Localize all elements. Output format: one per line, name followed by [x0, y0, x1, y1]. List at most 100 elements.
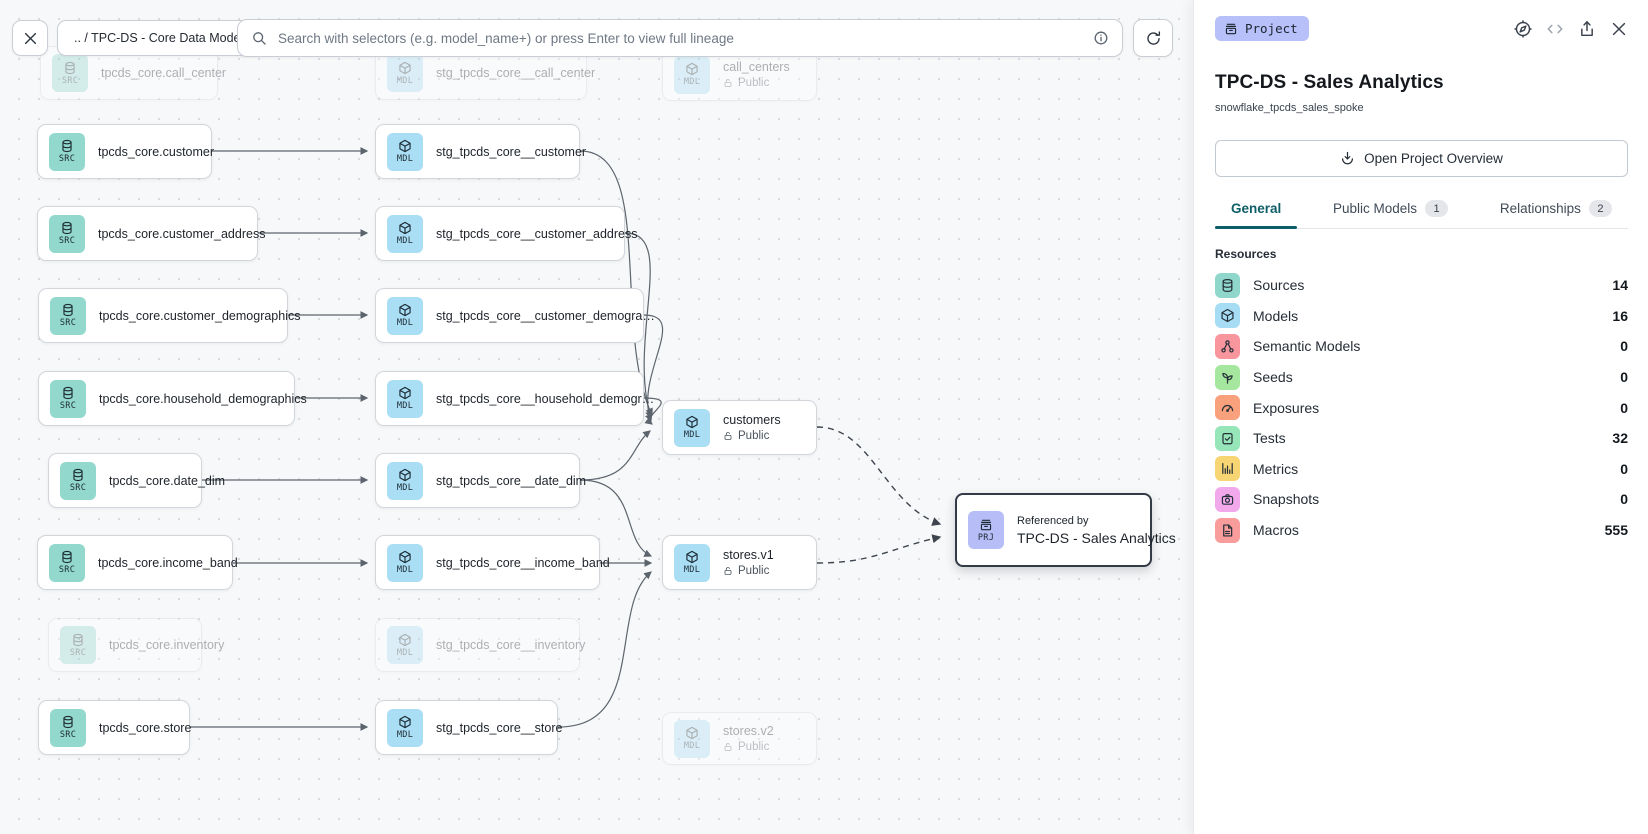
node-mdl-customer-demographics[interactable]: MDLstg_tpcds_core__customer_demogra…: [375, 288, 644, 343]
node-src-household-demographics[interactable]: SRCtpcds_core.household_demographics: [38, 371, 295, 426]
cube-icon: [398, 386, 412, 400]
node-mdl-store[interactable]: MDLstg_tpcds_core__store: [375, 700, 558, 755]
node-label: tpcds_core.customer_address: [98, 227, 245, 241]
edge-mdl-customers-public-to-prj-sales-analytics: [817, 427, 940, 524]
cube-icon: [1220, 308, 1235, 323]
resource-row-seeds: Seeds0: [1215, 362, 1628, 393]
resource-count: 0: [1620, 400, 1628, 416]
node-mdl-household-demographics[interactable]: MDLstg_tpcds_core__household_demogr…: [375, 371, 644, 426]
mdl-badge: MDL: [674, 720, 710, 758]
resource-count: 16: [1612, 308, 1628, 324]
tab-relationships[interactable]: Relationships2: [1484, 200, 1628, 228]
breadcrumb[interactable]: .. / TPC-DS - Core Data Models: [57, 20, 267, 56]
node-src-customer-demographics[interactable]: SRCtpcds_core.customer_demographics: [38, 288, 288, 343]
node-label: tpcds_core.customer: [98, 145, 199, 159]
mdl-badge: MDL: [674, 56, 710, 94]
file-icon-badge: [1215, 518, 1240, 543]
resource-label: Semantic Models: [1253, 338, 1607, 354]
node-src-income-band[interactable]: SRC tpcds_core.income_band: [37, 535, 233, 590]
node-src-customer[interactable]: SRC tpcds_core.customer: [37, 124, 212, 179]
mdl-badge: MDL: [387, 54, 423, 92]
cube-icon: [685, 415, 699, 429]
cube-icon: [685, 62, 699, 76]
code-icon[interactable]: [1546, 20, 1564, 38]
open-overview-label: Open Project Overview: [1364, 151, 1503, 166]
node-mdl-stores-v2-public[interactable]: MDLstores.v2Public: [662, 712, 817, 765]
resource-label: Macros: [1253, 522, 1592, 538]
node-label: customers: [723, 413, 781, 427]
node-mdl-inventory[interactable]: MDLstg_tpcds_core__inventory: [375, 618, 580, 672]
node-mdl-customers-public[interactable]: MDL customers Public: [662, 400, 817, 455]
lock-open-icon: [723, 78, 733, 88]
node-src-customer-address[interactable]: SRC tpcds_core.customer_address: [37, 206, 258, 261]
cube-icon: [398, 550, 412, 564]
open-project-overview-button[interactable]: Open Project Overview: [1215, 140, 1628, 177]
mdl-badge: MDL: [387, 544, 423, 582]
node-access: Public: [723, 741, 774, 753]
resource-row-metrics: Metrics 0: [1215, 454, 1628, 485]
node-mdl-customer[interactable]: MDLstg_tpcds_core__customer: [375, 124, 580, 179]
src-badge: SRC: [49, 544, 85, 582]
resource-label: Seeds: [1253, 369, 1607, 385]
node-mdl-customer-address[interactable]: MDL stg_tpcds_core__customer_address: [375, 206, 625, 261]
node-label: TPC-DS - Sales Analytics: [1017, 530, 1138, 546]
mdl-badge: MDL: [387, 380, 423, 418]
mdl-badge: MDL: [674, 544, 710, 582]
node-prj-sales-analytics[interactable]: PRJReferenced byTPC-DS - Sales Analytics: [955, 493, 1152, 567]
node-src-store[interactable]: SRCtpcds_core.store: [38, 700, 190, 755]
mdl-badge: MDL: [674, 409, 710, 447]
graph-icon-badge: [1215, 334, 1240, 359]
tab-general[interactable]: General: [1215, 200, 1297, 228]
resource-label: Metrics: [1253, 461, 1607, 477]
lock-open-icon: [723, 566, 733, 576]
mdl-badge: MDL: [387, 626, 423, 664]
node-label: stg_tpcds_core__customer_address: [436, 227, 612, 241]
src-badge: SRC: [50, 297, 86, 335]
resource-row-snapshots: Snapshots0: [1215, 484, 1628, 515]
project-detail-panel: Project TPC-DS - Sales Analytics snowfla…: [1193, 0, 1648, 834]
database-icon: [71, 468, 85, 482]
resource-row-exposures: Exposures0: [1215, 392, 1628, 423]
node-mdl-date-dim[interactable]: MDLstg_tpcds_core__date_dim: [375, 453, 580, 508]
database-icon: [61, 715, 75, 729]
cube-icon: [398, 61, 412, 75]
resource-label: Tests: [1253, 430, 1599, 446]
resource-label: Snapshots: [1253, 491, 1607, 507]
resource-row-sources: Sources14: [1215, 270, 1628, 301]
node-src-inventory[interactable]: SRCtpcds_core.inventory: [48, 618, 202, 672]
node-label: tpcds_core.income_band: [98, 556, 220, 570]
lock-open-icon: [723, 742, 733, 752]
resource-row-macros: Macros555: [1215, 515, 1628, 546]
database-icon: [63, 61, 77, 75]
node-label: tpcds_core.household_demographics: [99, 392, 282, 406]
node-mdl-income-band[interactable]: MDLstg_tpcds_core__income_band: [375, 535, 600, 590]
src-badge: SRC: [50, 709, 86, 747]
node-src-date-dim[interactable]: SRCtpcds_core.date_dim: [48, 453, 202, 508]
src-badge: SRC: [60, 626, 96, 664]
resources-list: Sources14Models16Semantic Models0Seeds0E…: [1215, 270, 1628, 545]
refresh-lineage-button[interactable]: [1133, 19, 1173, 57]
explore-compass-icon[interactable]: [1514, 20, 1532, 38]
edge-mdl-date-dim-to-mdl-customers-public: [580, 431, 650, 480]
mdl-badge: MDL: [387, 215, 423, 253]
project-subtitle: snowflake_tpcds_sales_spoke: [1215, 102, 1628, 114]
close-lineage-button[interactable]: [12, 20, 48, 56]
resource-count: 0: [1620, 461, 1628, 477]
share-icon[interactable]: [1578, 20, 1596, 38]
close-panel-icon[interactable]: [1610, 20, 1628, 38]
tab-public-models[interactable]: Public Models1: [1317, 200, 1464, 228]
search-input[interactable]: [276, 30, 1084, 47]
resource-label: Models: [1253, 308, 1599, 324]
src-badge: SRC: [49, 215, 85, 253]
tab-label: Relationships: [1500, 201, 1581, 216]
gauge-icon: [1220, 400, 1235, 415]
node-access: Public: [723, 77, 790, 89]
database-icon: [60, 139, 74, 153]
cube-icon-badge: [1215, 303, 1240, 328]
node-access: Public: [723, 430, 781, 442]
src-badge: SRC: [49, 133, 85, 171]
info-icon[interactable]: [1093, 30, 1109, 46]
node-mdl-stores-v1-public[interactable]: MDLstores.v1Public: [662, 535, 817, 590]
lineage-canvas[interactable]: SRCtpcds_core.call_centerMDLstg_tpcds_co…: [0, 0, 1193, 834]
refresh-icon: [1145, 30, 1162, 47]
